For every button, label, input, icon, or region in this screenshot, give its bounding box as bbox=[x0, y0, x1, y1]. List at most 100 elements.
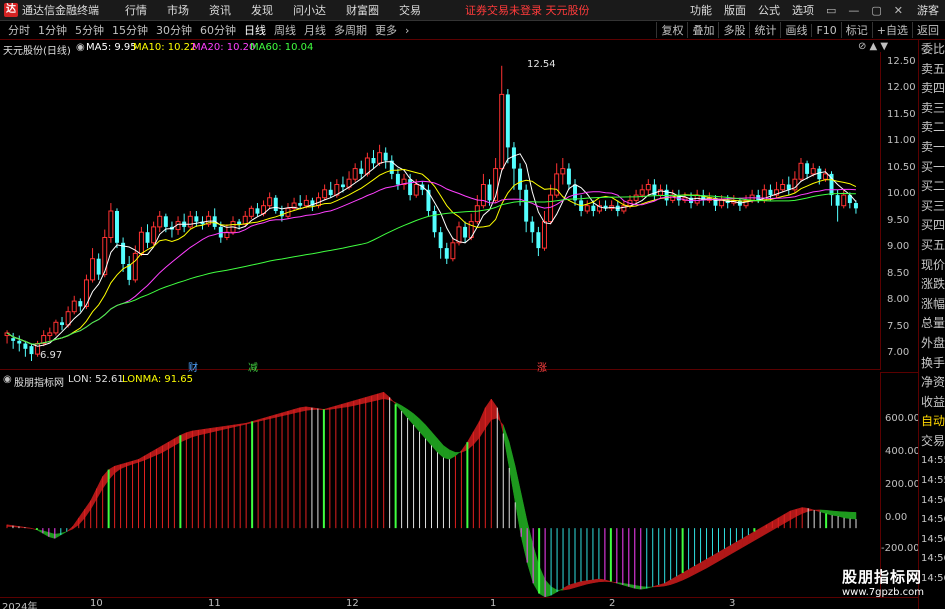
lonma-value: LONMA: 91.65 bbox=[122, 374, 194, 385]
candlestick-chart[interactable] bbox=[0, 52, 880, 370]
period-daily[interactable]: 日线 bbox=[240, 22, 270, 38]
lon-indicator-chart[interactable] bbox=[0, 387, 880, 597]
period-30min[interactable]: 30分钟 bbox=[152, 22, 196, 38]
panel-item[interactable]: 买三 bbox=[919, 197, 945, 217]
panel-time: 14:56 bbox=[921, 514, 945, 526]
tool-back[interactable]: 返回 bbox=[912, 22, 943, 38]
period-multi[interactable]: 多周期 bbox=[330, 22, 371, 38]
band-up bbox=[383, 391, 390, 401]
menu-item-quotes[interactable]: 行情 bbox=[115, 2, 157, 18]
menu-item-layout[interactable]: 版面 bbox=[718, 2, 752, 18]
price-tick: 12.00 bbox=[887, 82, 916, 93]
panel-item[interactable]: 净资 bbox=[919, 373, 945, 393]
tool-mark[interactable]: 标记 bbox=[840, 22, 872, 38]
period-monthly[interactable]: 月线 bbox=[300, 22, 330, 38]
panel-item[interactable]: 现价 bbox=[919, 256, 945, 276]
menu-item-ask[interactable]: 问小达 bbox=[283, 2, 336, 18]
chevron-right-icon[interactable]: › bbox=[401, 24, 413, 37]
period-60min[interactable]: 60分钟 bbox=[196, 22, 240, 38]
period-5min[interactable]: 5分钟 bbox=[71, 22, 108, 38]
menu-item-news[interactable]: 资讯 bbox=[199, 2, 241, 18]
panel-item[interactable]: 委比 bbox=[919, 40, 945, 60]
panel-item-trade[interactable]: 交易 bbox=[919, 432, 945, 452]
period-tick[interactable]: 分时 bbox=[4, 22, 34, 38]
login-status: 证券交易未登录 天元股份 bbox=[465, 4, 590, 17]
panel-item[interactable]: 卖三 bbox=[919, 99, 945, 119]
candle-body-down bbox=[255, 208, 260, 214]
app-name: 通达信金融终端 bbox=[22, 4, 99, 17]
band-down bbox=[634, 584, 642, 590]
band-up bbox=[784, 510, 791, 524]
band-up bbox=[736, 538, 743, 552]
panel-item-auto[interactable]: 自动 bbox=[919, 412, 945, 432]
band-up bbox=[329, 405, 337, 410]
panel-item[interactable]: 涨跌 bbox=[919, 275, 945, 295]
period-more[interactable]: 更多 bbox=[371, 22, 401, 38]
period-weekly[interactable]: 周线 bbox=[270, 22, 300, 38]
band-up bbox=[670, 575, 677, 585]
marker-finance[interactable]: 财 bbox=[188, 359, 198, 374]
band-up bbox=[305, 406, 313, 411]
panel-item[interactable]: 买四 bbox=[919, 216, 945, 236]
panel-item[interactable]: 卖二 bbox=[919, 118, 945, 138]
panel-item[interactable]: 买二 bbox=[919, 177, 945, 197]
band-up bbox=[497, 407, 504, 434]
candle-body-up bbox=[639, 189, 645, 196]
panel-item[interactable]: 换手 bbox=[919, 354, 945, 374]
candle-body-down bbox=[96, 258, 101, 275]
close-icon[interactable]: ✕ bbox=[888, 4, 909, 17]
menu-item-options[interactable]: 选项 bbox=[786, 2, 820, 18]
maximize-icon[interactable]: ▢ bbox=[865, 4, 887, 17]
panel-item[interactable]: 买五 bbox=[919, 236, 945, 256]
panel-item[interactable]: 卖五 bbox=[919, 60, 945, 80]
low-price-label: 6.97 bbox=[40, 350, 63, 361]
date-tick: 2 bbox=[609, 598, 616, 609]
period-1min[interactable]: 1分钟 bbox=[34, 22, 71, 38]
band-up bbox=[652, 584, 659, 588]
band-up bbox=[150, 448, 157, 458]
indicator-tick: -200.00 bbox=[881, 543, 920, 554]
tool-draw[interactable]: 画线 bbox=[780, 22, 811, 38]
menu-item-market[interactable]: 市场 bbox=[157, 2, 199, 18]
panel-item[interactable]: 总量 bbox=[919, 314, 945, 334]
candle-body-down bbox=[805, 163, 810, 174]
panel-item[interactable]: 外盘 bbox=[919, 334, 945, 354]
menu-item-discover[interactable]: 发现 bbox=[241, 2, 283, 18]
indicator-toggle-icon[interactable]: ◉ bbox=[3, 374, 12, 385]
panel-item[interactable]: 卖一 bbox=[919, 138, 945, 158]
candle-body-up bbox=[35, 343, 41, 355]
tool-stats[interactable]: 统计 bbox=[749, 22, 780, 38]
minimize-icon[interactable]: — bbox=[842, 4, 865, 17]
tool-overlay[interactable]: 叠加 bbox=[687, 22, 718, 38]
period-15min[interactable]: 15分钟 bbox=[108, 22, 152, 38]
menu-item-wealth[interactable]: 财富圈 bbox=[336, 2, 389, 18]
guest-user[interactable]: 游客 bbox=[917, 2, 939, 18]
tool-multi-stock[interactable]: 多股 bbox=[718, 22, 749, 38]
menu-item-formula[interactable]: 公式 bbox=[752, 2, 786, 18]
tool-add-watchlist[interactable]: +自选 bbox=[871, 22, 912, 38]
band-up bbox=[24, 526, 32, 529]
panel-item[interactable]: 收益 bbox=[919, 393, 945, 413]
indicator-bars bbox=[6, 392, 857, 597]
band-down bbox=[520, 493, 528, 563]
band-up bbox=[138, 455, 145, 463]
marker-reduce[interactable]: 减 bbox=[248, 359, 258, 374]
restore-icon[interactable]: ▭ bbox=[820, 4, 842, 17]
panel-item[interactable]: 涨幅 bbox=[919, 295, 945, 315]
chart-controls[interactable]: ⊘ ▲ ▼ bbox=[858, 41, 888, 52]
marker-rise[interactable]: 涨 bbox=[537, 359, 547, 374]
band-up bbox=[574, 581, 582, 588]
tool-f10[interactable]: F10 bbox=[811, 23, 840, 37]
price-axis: 12.50 12.00 11.50 11.00 10.50 10.00 9.50… bbox=[880, 52, 918, 370]
band-up bbox=[6, 524, 14, 528]
candle-body-up bbox=[450, 242, 456, 260]
band-up bbox=[227, 424, 235, 429]
panel-item[interactable]: 买一 bbox=[919, 158, 945, 178]
candle-body-down bbox=[340, 184, 345, 188]
menu-item-function[interactable]: 功能 bbox=[684, 2, 718, 18]
tool-adjust[interactable]: 复权 bbox=[656, 22, 687, 38]
band-down bbox=[401, 405, 408, 419]
panel-item[interactable]: 卖四 bbox=[919, 79, 945, 99]
menu-bar: 达 通达信金融终端 行情 市场 资讯 发现 问小达 财富圈 交易 证券交易未登录… bbox=[0, 0, 945, 21]
menu-item-trade[interactable]: 交易 bbox=[389, 2, 431, 18]
